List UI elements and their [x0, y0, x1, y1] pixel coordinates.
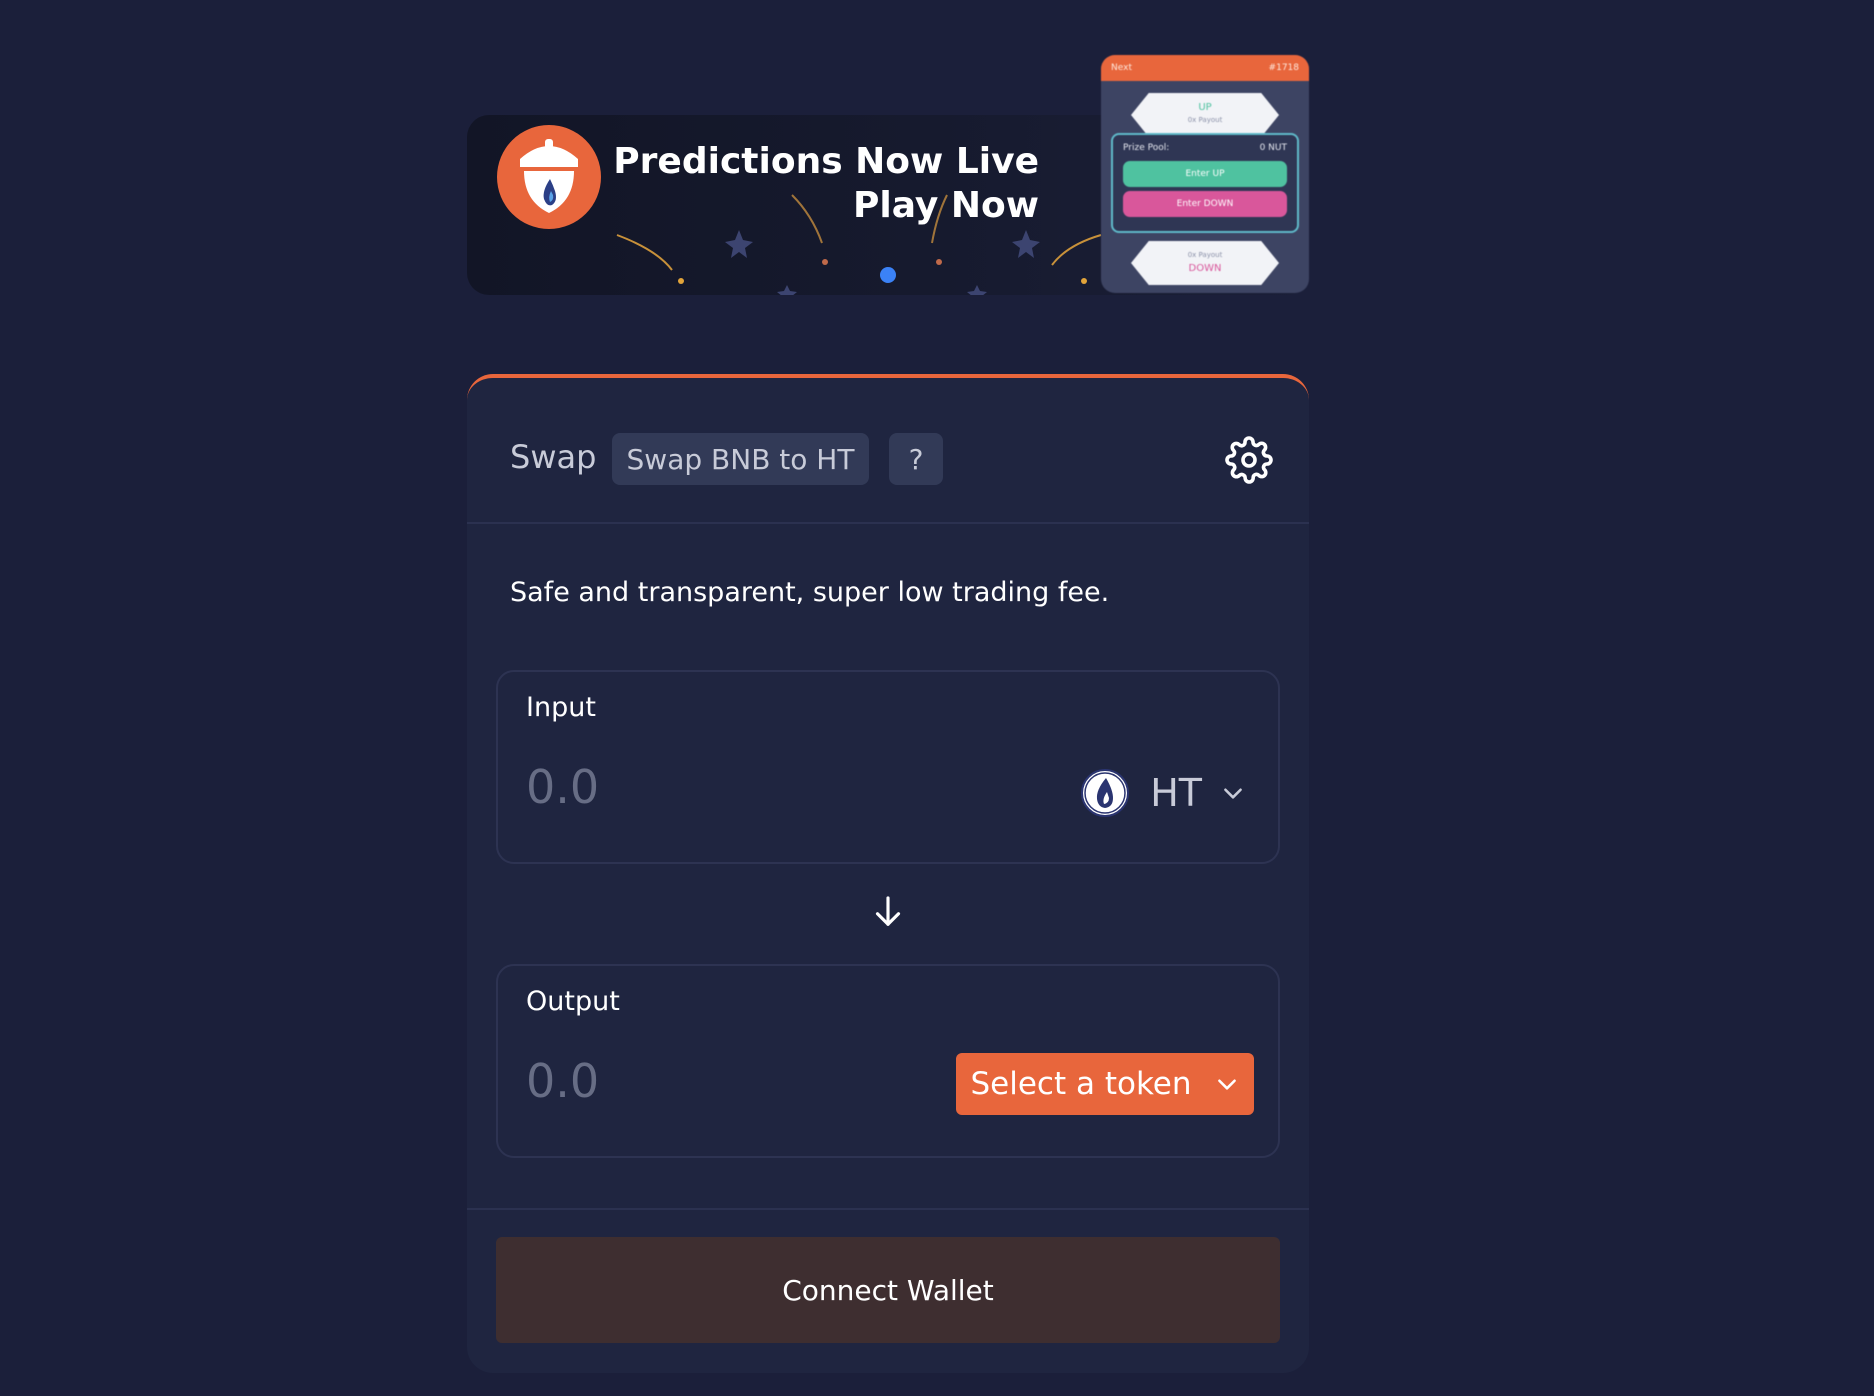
swap-card: Swap Swap BNB to HT ? Safe and transpare…	[467, 374, 1309, 1373]
input-amount-field[interactable]	[526, 760, 906, 814]
phone-prize-label: Prize Pool:	[1123, 143, 1170, 153]
input-label: Input	[526, 692, 596, 723]
phone-up-hex: UP 0x Payout	[1131, 93, 1279, 137]
input-token-symbol: HT	[1150, 771, 1202, 815]
banner-phone-preview: Next #1718 UP 0x Payout Prize Pool: 0 NU…	[1101, 55, 1309, 293]
phone-prize-row: Prize Pool: 0 NUT	[1113, 135, 1297, 157]
banner-title: Predictions Now Live Play Now	[613, 140, 1039, 228]
phone-header-right: #1718	[1268, 63, 1299, 73]
gear-icon[interactable]	[1225, 436, 1273, 484]
input-panel: Input HT	[496, 670, 1280, 864]
phone-up-payout: 0x Payout	[1187, 116, 1223, 124]
chevron-down-icon	[1217, 1079, 1236, 1090]
connect-wallet-button[interactable]: Connect Wallet	[496, 1237, 1280, 1343]
carousel-dot[interactable]	[880, 267, 896, 283]
chevron-down-icon	[1224, 788, 1242, 799]
output-panel: Output Select a token	[496, 964, 1280, 1158]
promo-banner[interactable]: Predictions Now Live Play Now Next #1718…	[467, 55, 1309, 295]
card-divider	[467, 1208, 1309, 1210]
arrow-down-icon[interactable]	[867, 891, 909, 933]
banner-title-line2: Play Now	[852, 185, 1039, 226]
phone-header: Next #1718	[1101, 55, 1309, 81]
banner-title-line1: Predictions Now Live	[613, 141, 1039, 182]
input-token-selector[interactable]: HT	[1080, 764, 1246, 822]
select-token-label: Select a token	[970, 1066, 1192, 1102]
phone-down-hex: 0x Payout DOWN	[1131, 241, 1279, 285]
swap-bnb-to-ht-chip[interactable]: Swap BNB to HT	[612, 433, 869, 485]
phone-down-label: DOWN	[1188, 263, 1222, 274]
phone-down-payout: 0x Payout	[1187, 251, 1223, 259]
select-token-button[interactable]: Select a token	[956, 1053, 1254, 1115]
output-label: Output	[526, 986, 620, 1017]
ht-flame-icon	[1081, 769, 1130, 817]
phone-enter-down: Enter DOWN	[1123, 191, 1287, 217]
swap-title: Swap	[510, 438, 597, 476]
help-button[interactable]: ?	[889, 433, 943, 485]
phone-header-left: Next	[1111, 63, 1132, 73]
output-amount-field[interactable]	[526, 1054, 906, 1108]
phone-prize-value: 0 NUT	[1259, 143, 1287, 153]
phone-enter-up: Enter UP	[1123, 161, 1287, 187]
swap-tagline: Safe and transparent, super low trading …	[510, 577, 1110, 608]
acorn-flame-logo	[497, 125, 601, 229]
phone-prize-box: Prize Pool: 0 NUT Enter UP Enter DOWN	[1111, 133, 1299, 233]
swap-card-header: Swap Swap BNB to HT ?	[467, 378, 1309, 524]
phone-up-label: UP	[1198, 102, 1212, 113]
